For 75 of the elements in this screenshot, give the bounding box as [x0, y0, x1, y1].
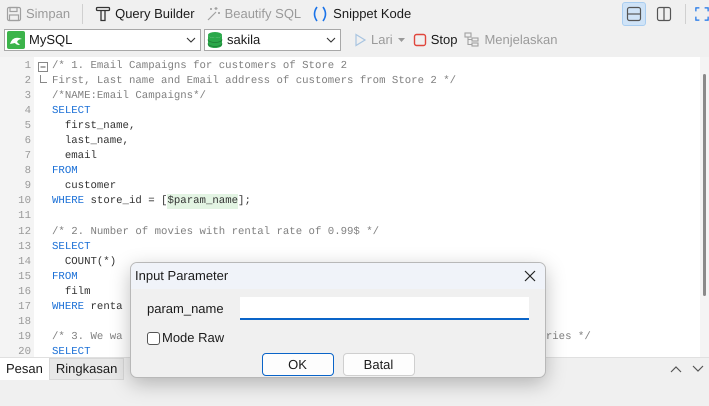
- sql-keyword: WHERE: [52, 300, 84, 315]
- sql-keyword: WHERE: [52, 194, 84, 210]
- code-comment: ries */: [546, 330, 591, 345]
- parameter-token: $param_name: [167, 194, 238, 210]
- code-comment: /*NAME:Email Campaigns*/: [52, 89, 206, 104]
- connection-dropdown[interactable]: MySQL: [4, 29, 201, 51]
- line-number: 3: [24, 89, 32, 104]
- line-number: 13: [17, 240, 32, 255]
- line-number: 8: [24, 164, 32, 180]
- close-icon: [524, 270, 536, 282]
- line-number: 4: [24, 104, 32, 120]
- t-shape-icon: [95, 6, 112, 22]
- line-number: 7: [24, 149, 32, 164]
- line-number: 15: [17, 270, 32, 285]
- line-number: 10: [17, 194, 32, 210]
- chevron-down-icon: [326, 35, 336, 45]
- panel-tab[interactable]: Ringkasan: [48, 358, 124, 380]
- fold-toggle-icon[interactable]: [38, 62, 48, 72]
- sql-keyword: FROM: [52, 270, 78, 285]
- code-text: ];: [238, 194, 251, 210]
- code-text: email: [64, 149, 97, 164]
- line-number: 11: [17, 209, 32, 224]
- parentheses-icon: [311, 4, 330, 22]
- stop-square-icon: [412, 33, 427, 47]
- line-number: 18: [17, 314, 32, 330]
- scrollbar-thumb[interactable]: [703, 74, 706, 296]
- ok-button[interactable]: OK: [262, 353, 334, 376]
- fullscreen-icon: [695, 6, 709, 22]
- play-icon: [353, 33, 367, 47]
- database-icon: [207, 31, 223, 49]
- caret-down-icon: [398, 38, 405, 42]
- line-number: 2: [24, 74, 32, 90]
- line-number: 6: [24, 134, 32, 150]
- code-text: customer: [64, 179, 116, 194]
- field-label: param_name: [147, 300, 225, 318]
- line-number: 9: [24, 179, 32, 194]
- tree-diagram-icon: [464, 32, 480, 48]
- line-number: 14: [17, 254, 32, 270]
- sql-keyword: SELECT: [52, 344, 90, 360]
- code-comment: /* 2. Number of movies with rental rate of 0.99$ */: [52, 224, 380, 240]
- code-text: COUNT(*): [64, 254, 116, 270]
- chevron-up-icon: [670, 365, 682, 373]
- split-horizontal-icon: [626, 6, 642, 22]
- code-text: film: [64, 284, 90, 300]
- snippet-button[interactable]: Snippet Kode: [309, 2, 414, 24]
- builder-button[interactable]: Query Builder: [93, 2, 197, 24]
- sql-keyword: SELECT: [52, 240, 90, 255]
- sql-keyword: FROM: [52, 164, 78, 180]
- layout-toggle[interactable]: [622, 2, 646, 26]
- code-comment: First, Last name and Email address of customers from Store 2 */: [52, 74, 456, 90]
- line-number: 19: [17, 330, 32, 345]
- stop-button[interactable]: Stop: [410, 29, 460, 51]
- database-dropdown[interactable]: sakila: [204, 29, 341, 51]
- sql-keyword: SELECT: [52, 104, 90, 120]
- dolphin-icon: [7, 31, 25, 49]
- split-vertical-icon: [656, 6, 672, 22]
- code-text: last_name,: [64, 134, 129, 150]
- line-number: 5: [24, 119, 32, 134]
- line-number: 12: [17, 224, 32, 240]
- dialog-title: Input Parameter: [135, 267, 230, 286]
- panel-tab[interactable]: Pesan: [0, 358, 49, 380]
- line-number: 16: [17, 284, 32, 300]
- cancel-button[interactable]: Batal: [342, 353, 414, 376]
- parameter-input-field[interactable]: [240, 297, 529, 320]
- raw-mode-checkbox[interactable]: Mode Raw: [147, 329, 224, 347]
- line-number: 17: [17, 300, 32, 315]
- code-comment: /* 3. We wa: [52, 330, 123, 345]
- code-text: renta: [89, 300, 123, 315]
- line-number: 1: [24, 59, 32, 74]
- line-number: 20: [17, 344, 32, 360]
- code-text: first_name,: [64, 119, 136, 134]
- chevron-down-icon: [186, 35, 196, 45]
- code-text: store_id = [: [89, 194, 168, 210]
- code-comment: /* 1. Email Campaigns for customers of Store 2: [52, 59, 348, 74]
- chevron-down-icon: [692, 365, 704, 373]
